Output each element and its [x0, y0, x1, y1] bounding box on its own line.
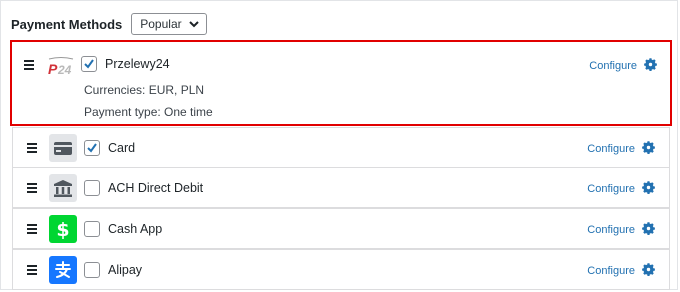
- checkmark-icon: [87, 143, 97, 153]
- enable-checkbox-card[interactable]: [84, 140, 100, 156]
- gear-icon[interactable]: [642, 56, 659, 73]
- bank-icon: [49, 174, 77, 202]
- method-name: Alipay: [108, 263, 143, 277]
- svg-text:24: 24: [57, 63, 72, 77]
- alipay-icon: [49, 256, 77, 284]
- enable-checkbox-ach-direct-debit[interactable]: [84, 180, 100, 196]
- payment-method-row-alipay: Alipay Configure: [12, 249, 670, 290]
- sort-dropdown[interactable]: Popular: [131, 13, 207, 35]
- drag-handle-icon[interactable]: [24, 60, 34, 70]
- gear-icon[interactable]: [640, 220, 657, 237]
- checkmark-icon: [84, 59, 94, 69]
- enable-checkbox-przelewy24[interactable]: [81, 56, 97, 72]
- p24-logo: P 24: [46, 52, 76, 80]
- drag-handle-icon[interactable]: [27, 265, 37, 275]
- payment-method-row-card: Card Configure: [12, 127, 670, 168]
- page-title: Payment Methods: [11, 16, 123, 32]
- drag-handle-icon[interactable]: [27, 143, 37, 153]
- drag-handle-icon[interactable]: [27, 183, 37, 193]
- method-name: Przelewy24: [105, 57, 170, 71]
- card-icon: [49, 134, 77, 162]
- method-name: ACH Direct Debit: [108, 181, 204, 195]
- method-currencies: Currencies: EUR, PLN: [84, 83, 205, 97]
- gear-icon[interactable]: [640, 179, 657, 196]
- configure-link-alipay[interactable]: Configure: [587, 265, 635, 277]
- configure-link-przelewy24[interactable]: Configure: [589, 60, 637, 72]
- method-name: Cash App: [108, 222, 163, 236]
- method-payment-type: Payment type: One time: [84, 105, 213, 119]
- cashapp-icon: $: [49, 215, 77, 243]
- payment-method-row-ach-direct-debit: ACH Direct Debit Configure: [12, 167, 670, 208]
- svg-text:$: $: [56, 219, 69, 240]
- enable-checkbox-alipay[interactable]: [84, 262, 100, 278]
- payment-methods-header: Payment Methods Popular: [11, 12, 207, 36]
- gear-icon[interactable]: [640, 261, 657, 278]
- drag-handle-icon[interactable]: [27, 224, 37, 234]
- payment-method-row-przelewy24: P 24 Przelewy24 Configure Currencies: EU…: [10, 40, 672, 126]
- payment-method-row-cash-app: $ Cash App Configure: [12, 208, 670, 249]
- configure-link-cash-app[interactable]: Configure: [587, 224, 635, 236]
- enable-checkbox-cash-app[interactable]: [84, 221, 100, 237]
- method-name: Card: [108, 141, 136, 155]
- chevron-down-icon: [188, 21, 199, 28]
- configure-link-card[interactable]: Configure: [587, 143, 635, 155]
- configure-link-ach-direct-debit[interactable]: Configure: [587, 183, 635, 195]
- svg-text:P: P: [48, 61, 58, 77]
- gear-icon[interactable]: [640, 139, 657, 156]
- sort-dropdown-value: Popular: [140, 17, 182, 31]
